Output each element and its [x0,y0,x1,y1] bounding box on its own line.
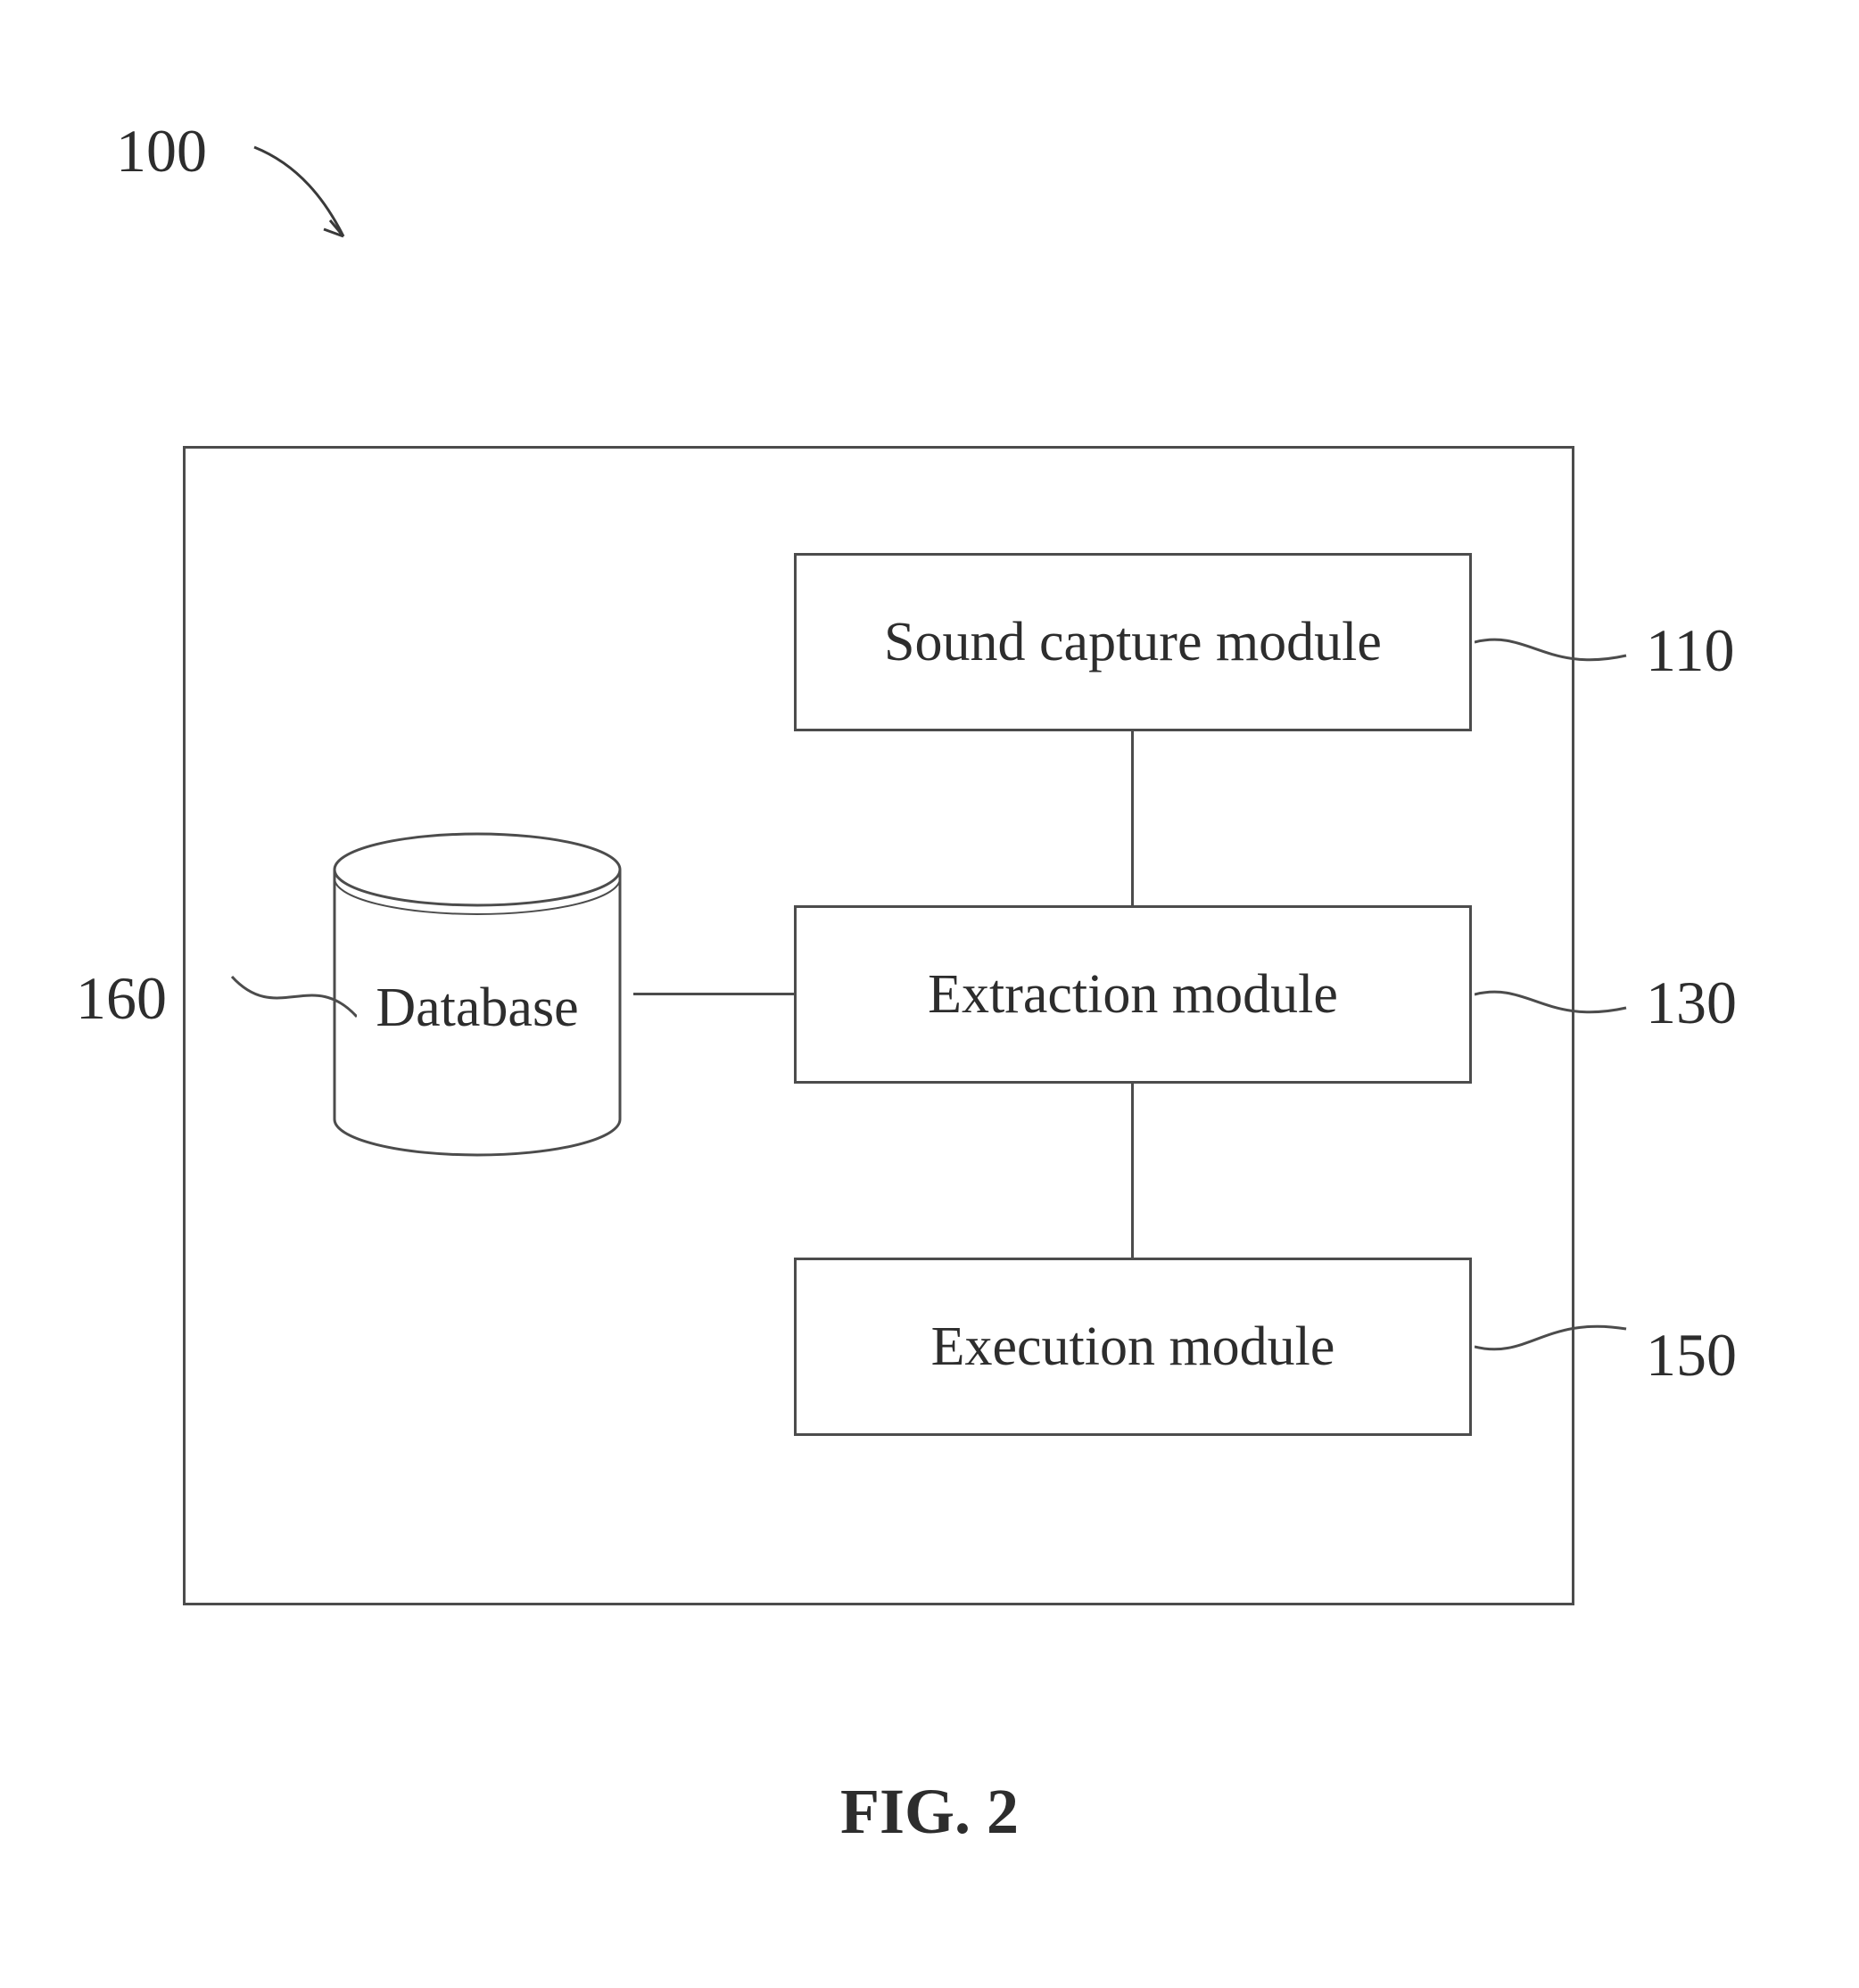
figure-caption: FIG. 2 [0,1775,1859,1849]
extraction-module: Extraction module [794,905,1472,1084]
ref-130: 130 [1646,968,1737,1038]
database-node: Database [321,829,633,1159]
ref-150: 150 [1646,1320,1737,1390]
callout-brace-icon [1475,1275,1635,1365]
ref-160: 160 [76,963,167,1034]
callout-brace-icon [1475,624,1635,714]
ref-110: 110 [1646,615,1734,686]
diagram-canvas: 100 Database Sound capture module Extrac… [0,0,1859,1988]
execution-module: Execution module [794,1258,1472,1436]
sound-capture-label: Sound capture module [884,611,1382,674]
execution-label: Execution module [931,1316,1335,1379]
sound-capture-module: Sound capture module [794,553,1472,731]
connector-database-extraction [633,993,794,995]
callout-brace-icon [1475,977,1635,1066]
connector-soundcapture-extraction [1131,731,1134,905]
pointer-arrow-icon [245,138,361,254]
connector-extraction-execution [1131,1084,1134,1258]
callout-brace-icon [196,954,357,1043]
extraction-label: Extraction module [928,963,1338,1027]
database-label: Database [321,977,633,1040]
system-reference-label: 100 [116,116,207,186]
